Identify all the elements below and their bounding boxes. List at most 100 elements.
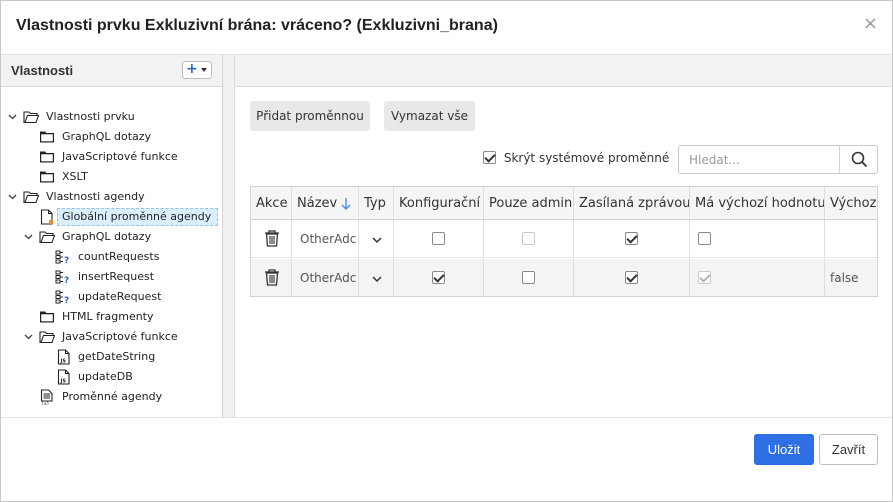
hide-system-variables[interactable]: Skrýt systémové proměnné — [483, 150, 669, 166]
search-button[interactable] — [839, 146, 877, 173]
tree-node-javascriptove-funkce-agendy[interactable]: JavaScriptové funkce — [1, 328, 222, 346]
svg-text:JS: JS — [60, 359, 67, 365]
zasilana-cell — [574, 220, 690, 257]
tree-node-graphql-dotazy[interactable]: GraphQL dotazy — [1, 128, 222, 146]
tree-node-javascriptove-funkce[interactable]: JavaScriptové funkce — [1, 148, 222, 166]
js-file-icon: JS — [57, 349, 70, 365]
variables-icon: {x} — [40, 389, 53, 405]
tree-node-label: JavaScriptové funkce — [62, 330, 178, 343]
tree-node-label: XSLT — [62, 170, 88, 183]
tree-node-countrequests[interactable]: ? countRequests — [1, 248, 222, 266]
column-header-konfiguracni: Konfigurační — [394, 187, 484, 219]
tree-node-globalni-promenne-agendy[interactable]: Globální proměnné agendy — [1, 208, 222, 226]
tree-node-label: updateDB — [78, 370, 133, 383]
folder-icon — [40, 131, 54, 143]
tree-node-vlastnosti-prvku[interactable]: Vlastnosti prvku — [1, 108, 222, 126]
tree-node-label: GraphQL dotazy — [62, 130, 152, 143]
graphql-query-icon: ? — [55, 290, 69, 304]
chevron-down-icon — [372, 276, 382, 283]
tree-node-insertrequest[interactable]: ? insertRequest — [1, 268, 222, 286]
svg-text:JS: JS — [60, 379, 67, 385]
konfiguracni-cell — [394, 259, 484, 296]
dialog-title: Vlastnosti prvku Exkluzivní brána: vráce… — [16, 17, 498, 34]
plus-icon: + — [186, 61, 198, 77]
horizontal-scrollbar[interactable] — [251, 295, 877, 296]
vychozi-cell[interactable]: false — [825, 259, 877, 296]
trash-icon[interactable] — [264, 269, 280, 286]
search-input[interactable]: Hledat... — [689, 153, 740, 167]
type-cell[interactable] — [359, 259, 394, 296]
tree-node-label: Proměnné agendy — [62, 390, 163, 403]
hide-system-checkbox[interactable] — [483, 151, 496, 164]
column-header-typ: Typ — [359, 187, 394, 219]
svg-text:?: ? — [64, 276, 69, 284]
tree-node-label: getDateString — [78, 350, 156, 363]
konfiguracni-checkbox[interactable] — [432, 232, 445, 245]
add-variable-button[interactable]: Přidat proměnnou — [250, 101, 370, 131]
document-edit-icon — [40, 209, 53, 225]
actions-cell — [251, 220, 292, 257]
dialog-titlebar: Vlastnosti prvku Exkluzivní brána: vráce… — [1, 1, 892, 55]
tree-node-promenne-agendy[interactable]: {x} Proměnné agendy — [1, 388, 222, 406]
sort-down-arrow-icon — [341, 198, 351, 210]
konfiguracni-checkbox[interactable] — [432, 271, 445, 284]
close-icon[interactable]: × — [863, 15, 878, 33]
search-box[interactable]: Hledat... — [678, 145, 878, 174]
ma-vychozi-cell — [690, 220, 825, 257]
tree-node-label: Vlastnosti agendy — [46, 190, 145, 203]
tree-node-updatedb[interactable]: JS updateDB — [1, 368, 222, 386]
tree-node-label: JavaScriptové funkce — [62, 150, 178, 163]
table-row: OtherAdc false — [251, 259, 877, 296]
folder-icon — [40, 171, 54, 183]
actions-cell — [251, 259, 292, 296]
add-dropdown-button[interactable]: + — [182, 61, 212, 79]
vychozi-cell[interactable] — [825, 220, 877, 257]
zasilana-checkbox[interactable] — [625, 271, 638, 284]
name-cell[interactable]: OtherAdc — [292, 259, 359, 296]
variables-table: Akce Název Typ Konfigurační Pouze admin … — [250, 186, 878, 297]
zasilana-checkbox[interactable] — [625, 232, 638, 245]
type-cell[interactable] — [359, 220, 394, 257]
chevron-down-icon[interactable] — [8, 192, 17, 201]
tree-node-vlastnosti-agendy[interactable]: Vlastnosti agendy — [1, 188, 222, 206]
search-icon — [851, 151, 868, 168]
pane-splitter[interactable] — [223, 55, 235, 417]
folder-icon — [40, 311, 54, 323]
folder-icon — [40, 151, 54, 163]
tree-node-label: updateRequest — [78, 290, 162, 303]
close-button[interactable]: Zavřít — [819, 434, 878, 465]
column-header-akce: Akce — [251, 187, 292, 219]
graphql-query-icon: ? — [55, 270, 69, 284]
delete-all-button[interactable]: Vymazat vše — [384, 101, 475, 131]
zasilana-cell — [574, 259, 690, 296]
tree-node-label: insertRequest — [78, 270, 155, 283]
tree-node-label: Vlastnosti prvku — [46, 110, 135, 123]
tree-node-graphql-dotazy-agendy[interactable]: GraphQL dotazy — [1, 228, 222, 246]
column-header-zasilana: Zasílaná zprávou — [574, 187, 690, 219]
folder-open-icon — [39, 231, 55, 244]
ma-vychozi-checkbox[interactable] — [698, 232, 711, 245]
tree-node-updaterequest[interactable]: ? updateRequest — [1, 288, 222, 306]
tree-node-getdatestring[interactable]: JS getDateString — [1, 348, 222, 366]
left-pane-title: Vlastnosti — [11, 63, 74, 78]
name-cell[interactable]: OtherAdc — [292, 220, 359, 257]
caret-down-icon — [201, 68, 207, 72]
tree-node-label: Globální proměnné agendy — [62, 210, 212, 223]
chevron-down-icon[interactable] — [8, 112, 17, 121]
chevron-down-icon[interactable] — [24, 332, 33, 341]
trash-icon[interactable] — [264, 230, 280, 247]
folder-open-icon — [39, 331, 55, 344]
folder-open-icon — [23, 191, 39, 204]
table-row: OtherAdc — [251, 220, 877, 258]
column-header-pouze-admin: Pouze admin — [484, 187, 574, 219]
save-button[interactable]: Uložit — [754, 434, 814, 465]
chevron-down-icon[interactable] — [24, 232, 33, 241]
tree-node-html-fragmenty[interactable]: HTML fragmenty — [1, 308, 222, 326]
pouze-admin-checkbox — [522, 232, 535, 245]
hide-system-label: Skrýt systémové proměnné — [503, 150, 670, 165]
tree-node-label: GraphQL dotazy — [62, 230, 152, 243]
svg-text:{x}: {x} — [41, 401, 50, 405]
tree-node-xslt[interactable]: XSLT — [1, 168, 222, 186]
pouze-admin-checkbox[interactable] — [522, 271, 535, 284]
column-header-nazev[interactable]: Název — [292, 187, 359, 219]
